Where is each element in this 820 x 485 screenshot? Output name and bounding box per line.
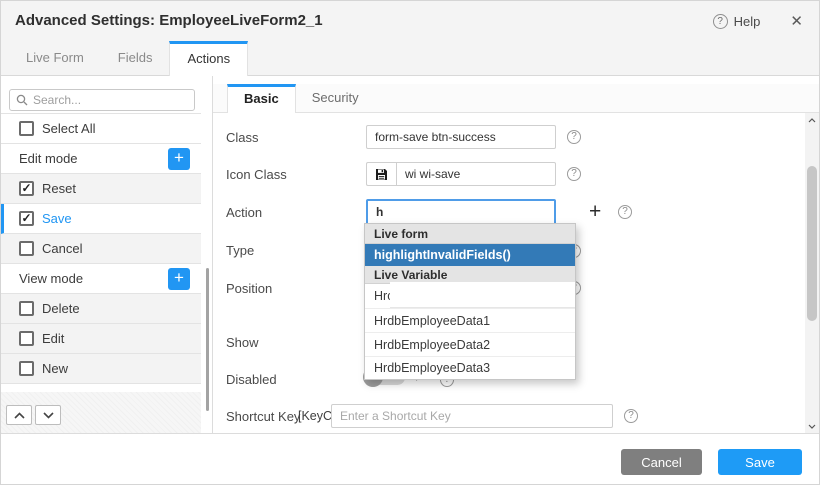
search-box[interactable] [9, 89, 195, 111]
dropdown-item[interactable]: HrdbEmployeeData3 [365, 357, 575, 379]
list-item-edit[interactable]: Edit [1, 324, 201, 354]
action-label: Action [226, 205, 262, 220]
advanced-settings-dialog: Advanced Settings: EmployeeLiveForm2_1 ?… [0, 0, 820, 485]
checkbox-unchecked[interactable] [19, 241, 34, 256]
tab-live-form[interactable]: Live Form [9, 41, 101, 75]
shortcut-help-icon[interactable]: ? [624, 409, 638, 423]
overlapping-input-artifact [390, 282, 575, 308]
class-help-icon[interactable]: ? [567, 130, 581, 144]
dialog-title: Advanced Settings: EmployeeLiveForm2_1 [15, 12, 323, 29]
search-icon [16, 94, 28, 106]
shortcut-key-label: Shortcut Key [226, 409, 300, 424]
tab-fields[interactable]: Fields [101, 41, 170, 75]
action-input[interactable] [366, 199, 556, 225]
add-action-inline-icon[interactable]: + [589, 204, 601, 220]
dropdown-item[interactable]: HrdbEmployeeData2 [365, 333, 575, 357]
checkbox-unchecked[interactable] [19, 331, 34, 346]
dialog-footer: Cancel Save [1, 433, 819, 485]
reorder-strip [1, 392, 201, 433]
actions-sidebar: Select All Edit mode + ✓ Reset ✓ Save Ca… [1, 76, 212, 433]
checkbox-checked[interactable]: ✓ [19, 211, 34, 226]
dialog-header: Advanced Settings: EmployeeLiveForm2_1 ?… [1, 1, 819, 41]
panel-tab-bar: Basic Security [213, 84, 820, 113]
class-label: Class [226, 130, 259, 145]
scroll-down-icon[interactable] [805, 419, 819, 433]
help-link[interactable]: Help [734, 14, 761, 29]
type-label: Type [226, 243, 254, 258]
panel-scrollbar[interactable] [805, 113, 819, 433]
dropdown-item-highlight-invalid-fields[interactable]: highlightInvalidFields() [365, 244, 575, 266]
icon-class-label: Icon Class [226, 167, 287, 182]
help-icon[interactable]: ? [713, 14, 728, 29]
list-item-reset[interactable]: ✓ Reset [1, 174, 201, 204]
list-item-save[interactable]: ✓ Save [1, 204, 201, 234]
icon-class-input[interactable] [396, 162, 556, 186]
settings-panel: Basic Security Class ? Icon Class ? Acti… [212, 76, 820, 433]
tab-security[interactable]: Security [296, 84, 375, 112]
checkbox-unchecked[interactable] [19, 301, 34, 316]
actions-list: Select All Edit mode + ✓ Reset ✓ Save Ca… [1, 113, 201, 384]
disabled-label: Disabled [226, 372, 277, 387]
list-item-delete[interactable]: Delete [1, 294, 201, 324]
action-help-icon[interactable]: ? [618, 205, 632, 219]
section-view-mode: View mode + [1, 264, 201, 294]
main-tab-bar: Live Form Fields Actions [1, 41, 819, 76]
list-item-cancel[interactable]: Cancel [1, 234, 201, 264]
class-input[interactable] [366, 125, 556, 149]
cancel-button[interactable]: Cancel [621, 449, 702, 475]
move-down-button[interactable] [35, 405, 61, 425]
list-item-new[interactable]: New [1, 354, 201, 384]
section-edit-mode: Edit mode + [1, 144, 201, 174]
position-label: Position [226, 281, 272, 296]
checkbox-unchecked[interactable] [19, 361, 34, 376]
dropdown-group-live-form: Live form [365, 224, 575, 244]
icon-class-help-icon[interactable]: ? [567, 167, 581, 181]
checkbox-unchecked[interactable] [19, 121, 34, 136]
close-icon[interactable]: ✕ [790, 12, 803, 30]
search-input[interactable] [33, 93, 188, 107]
checkbox-checked[interactable]: ✓ [19, 181, 34, 196]
scroll-up-icon[interactable] [805, 113, 819, 127]
tab-basic[interactable]: Basic [227, 84, 296, 113]
floppy-save-icon [366, 162, 396, 186]
add-action-icon[interactable]: + [168, 148, 190, 170]
list-item-select-all[interactable]: Select All [1, 114, 201, 144]
save-button[interactable]: Save [718, 449, 802, 475]
basic-tab-content: Class ? Icon Class ? Action + ? Type ? P… [213, 113, 820, 433]
show-label: Show [226, 335, 259, 350]
sidebar-scrollbar[interactable] [206, 268, 209, 411]
shortcut-key-input[interactable] [331, 404, 613, 428]
move-up-button[interactable] [6, 405, 32, 425]
add-action-icon[interactable]: + [168, 268, 190, 290]
tab-actions[interactable]: Actions [169, 41, 248, 76]
scrollbar-thumb[interactable] [807, 166, 817, 321]
dropdown-item[interactable]: HrdbEmployeeData1 [365, 309, 575, 333]
